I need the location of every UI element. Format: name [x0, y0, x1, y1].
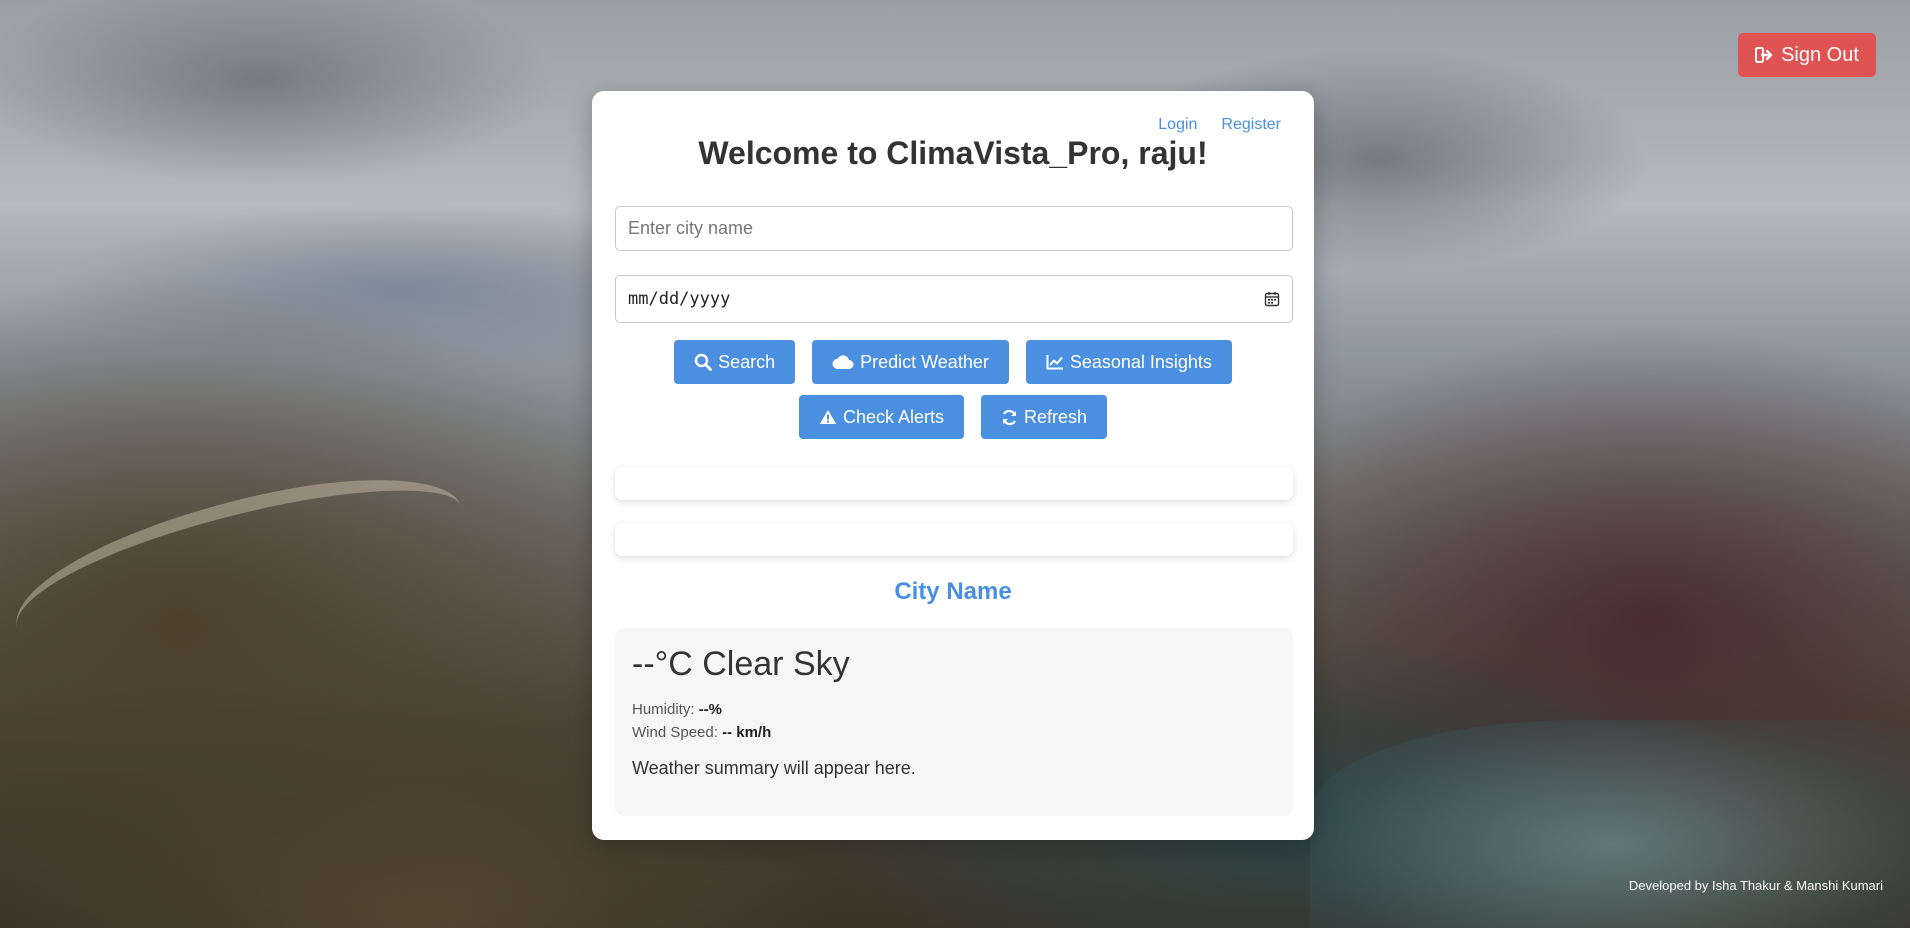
humidity-line: Humidity: --%	[632, 698, 1276, 721]
wind-line: Wind Speed: -- km/h	[632, 721, 1276, 744]
search-icon	[694, 353, 712, 371]
login-link[interactable]: Login	[1158, 116, 1197, 134]
humidity-label: Humidity:	[632, 701, 695, 718]
calendar-icon[interactable]	[1264, 291, 1280, 307]
background-road	[0, 454, 478, 682]
city-name-heading: City Name	[894, 578, 1012, 605]
main-card: Login Register Welcome to ClimaVista_Pro…	[592, 91, 1314, 840]
line-chart-icon	[1046, 354, 1064, 370]
seasonal-insights-button[interactable]: Seasonal Insights	[1025, 340, 1232, 384]
warning-icon	[819, 409, 837, 425]
humidity-value: --%	[698, 701, 723, 718]
background-lake	[1310, 720, 1910, 928]
sign-out-label: Sign Out	[1781, 43, 1859, 66]
insights-panel	[615, 523, 1293, 556]
weather-card: --°C Clear Sky Humidity: --% Wind Speed:…	[615, 628, 1293, 816]
seasonal-insights-label: Seasonal Insights	[1069, 351, 1212, 372]
weather-summary: Weather summary will appear here.	[632, 758, 916, 778]
refresh-label: Refresh	[1024, 406, 1088, 427]
date-placeholder: mm/dd/yyyy	[628, 289, 731, 309]
sign-out-icon	[1755, 46, 1775, 64]
weather-condition: Clear Sky	[702, 645, 850, 683]
wind-label: Wind Speed:	[632, 724, 718, 741]
sign-out-button[interactable]: Sign Out	[1738, 33, 1876, 77]
page-title: Welcome to ClimaVista_Pro, raju!	[698, 135, 1208, 171]
footer-credits: Developed by Isha Thakur & Manshi Kumari	[1628, 878, 1883, 893]
predict-weather-button[interactable]: Predict Weather	[812, 340, 1009, 384]
search-button[interactable]: Search	[674, 340, 796, 384]
city-input[interactable]	[615, 206, 1293, 251]
alerts-panel	[615, 467, 1293, 500]
wind-value: -- km/h	[722, 724, 772, 741]
action-row-secondary: Check Alerts Refresh	[592, 395, 1314, 439]
register-link[interactable]: Register	[1221, 116, 1281, 134]
temperature-line: --°C Clear Sky	[632, 645, 1276, 684]
date-input[interactable]: mm/dd/yyyy	[615, 275, 1293, 323]
search-button-label: Search	[718, 351, 776, 372]
refresh-button[interactable]: Refresh	[981, 395, 1108, 439]
temperature-value: --°C	[632, 645, 693, 683]
check-alerts-label: Check Alerts	[842, 406, 944, 427]
action-row-primary: Search Predict Weather Seasonal Insights	[592, 340, 1314, 384]
check-alerts-button[interactable]: Check Alerts	[798, 395, 964, 439]
predict-weather-label: Predict Weather	[860, 351, 989, 372]
refresh-icon	[1001, 409, 1018, 426]
cloud-icon	[832, 354, 854, 370]
auth-links: Login Register	[1158, 116, 1281, 134]
